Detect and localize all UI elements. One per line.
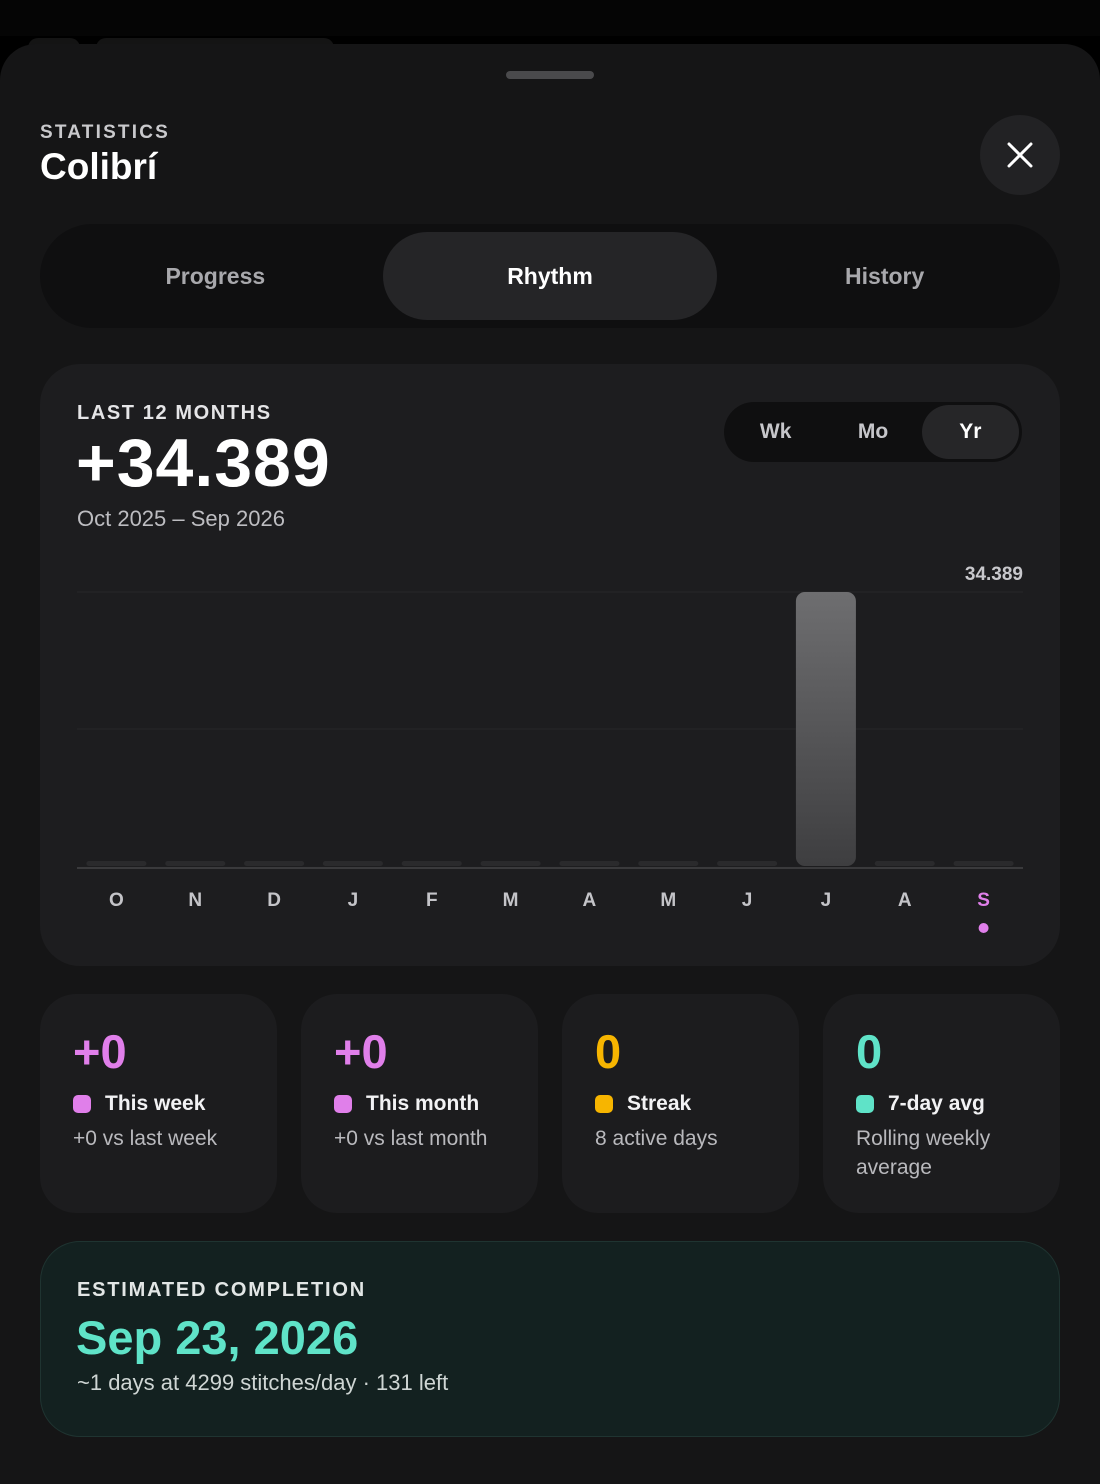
chart-month-label: J (821, 890, 832, 911)
chart-month-label: S (977, 890, 990, 911)
stat-sub: +0 vs last week (73, 1127, 218, 1150)
stat-sub: Rolling weekly average (856, 1127, 991, 1179)
stat-dot (595, 1095, 613, 1113)
chart-bar (638, 861, 699, 866)
chart-bar (559, 861, 620, 866)
close-button[interactable] (980, 115, 1060, 195)
stat-value: +0 (334, 1025, 388, 1078)
sheet-title: Colibrí (40, 146, 158, 187)
stat-label: This week (105, 1092, 206, 1115)
chart-month-label: J (348, 890, 359, 911)
chart-month-label: J (742, 890, 753, 911)
close-icon (1007, 142, 1033, 168)
chart-bar (322, 861, 383, 866)
stat-value: +0 (73, 1025, 127, 1078)
chart-bar (480, 861, 541, 866)
stat-dot (334, 1095, 352, 1113)
chart-month-label: A (898, 890, 912, 911)
chart-bar (874, 861, 935, 866)
chart-month-label: M (503, 890, 519, 911)
eta-sub: ~1 days at 4299 stitches/day · 131 left (77, 1370, 449, 1395)
monthly-bar-chart: 34.389 O N D J F M A M J J A S (77, 564, 1023, 933)
stat-dot (856, 1095, 874, 1113)
stat-value: 0 (595, 1025, 622, 1078)
status-bar (0, 0, 1100, 36)
estimated-completion-card: ESTIMATED COMPLETION Sep 23, 2026 ~1 day… (40, 1241, 1060, 1437)
chart-bar (795, 592, 856, 866)
rhythm-chart-card: LAST 12 MONTHS +34.389 Oct 2025 – Sep 20… (40, 364, 1060, 966)
chart-bar (401, 861, 462, 866)
stat-sub: 8 active days (595, 1127, 718, 1150)
chart-month-label: N (188, 890, 202, 911)
chart-bar (165, 861, 226, 866)
tab-progress[interactable]: Progress (48, 232, 383, 320)
stat-dot (73, 1095, 91, 1113)
current-month-dot (978, 923, 989, 933)
chart-bar (86, 861, 147, 866)
stat-card-avg: 0 7-day avg Rolling weekly average (823, 994, 1060, 1213)
stats-tabs: Progress Rhythm History (40, 224, 1060, 328)
stat-label: Streak (627, 1092, 692, 1115)
stat-card-month: +0 This month +0 vs last month (301, 994, 538, 1213)
eta-eyebrow: ESTIMATED COMPLETION (77, 1279, 366, 1301)
chart-month-label: M (660, 890, 676, 911)
tab-rhythm[interactable]: Rhythm (382, 232, 718, 320)
chart-month-label: O (109, 890, 124, 911)
stat-label: 7-day avg (888, 1092, 985, 1115)
eta-date: Sep 23, 2026 (76, 1311, 359, 1364)
chart-bar (717, 861, 778, 866)
sheet-eyebrow: STATISTICS (40, 122, 171, 143)
statistics-sheet: STATISTICS Colibrí Progress Rhythm Histo… (0, 44, 1100, 1484)
chart-bar (953, 861, 1014, 866)
stat-card-streak: 0 Streak 8 active days (562, 994, 799, 1213)
chart-month-label: A (583, 890, 597, 911)
sheet-grabber[interactable] (506, 71, 594, 79)
stat-label: This month (366, 1092, 480, 1115)
chart-bar (244, 861, 305, 866)
chart-max-label: 34.389 (965, 564, 1023, 585)
stat-value: 0 (856, 1025, 883, 1078)
stat-card-week: +0 This week +0 vs last week (40, 994, 277, 1213)
chart-month-label: F (426, 890, 438, 911)
tab-history[interactable]: History (717, 232, 1052, 320)
chart-month-label: D (267, 890, 281, 911)
stat-sub: +0 vs last month (334, 1127, 488, 1150)
